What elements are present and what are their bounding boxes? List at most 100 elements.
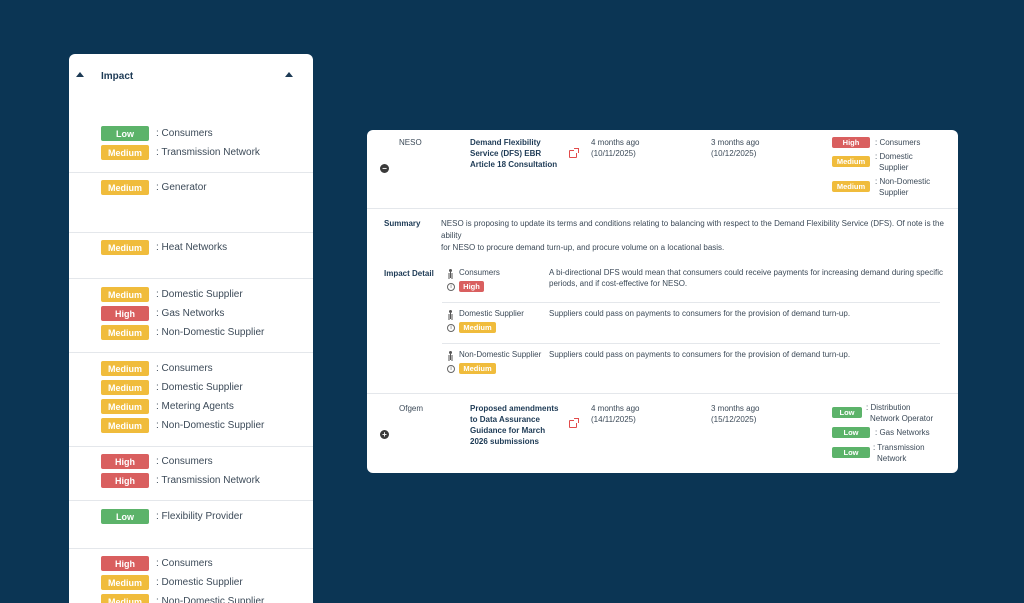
entry-title-line: Demand Flexibility bbox=[470, 138, 541, 147]
entry-title-line: Guidance for March bbox=[470, 426, 546, 435]
impact-level-badge: Low bbox=[832, 447, 870, 458]
impact-party-line: Network Operator bbox=[870, 414, 934, 423]
closing-date: 3 months ago (10/12/2025) bbox=[711, 137, 759, 159]
entry-title-link[interactable]: Demand Flexibility Service (DFS) EBR Art… bbox=[470, 137, 557, 170]
impact-party-line: : Transmission bbox=[873, 443, 925, 452]
summary-line: NESO is proposing to update its terms an… bbox=[441, 219, 944, 240]
detail-party: Consumers bbox=[459, 268, 500, 277]
collapse-caret-icon[interactable] bbox=[76, 72, 84, 77]
stakeholder-icon bbox=[447, 351, 453, 360]
impact-party: : Gas Networks bbox=[875, 428, 930, 437]
impact-party-line: Supplier bbox=[879, 163, 909, 172]
impact-party-label: : Non-Domestic Supplier bbox=[156, 327, 265, 338]
impact-level-badge: Medium bbox=[101, 325, 149, 340]
impact-row[interactable]: Medium: Domestic Supplier bbox=[101, 380, 243, 395]
impact-level-badge: Low bbox=[101, 509, 149, 524]
impact-row[interactable]: Low : Flexibility Provider bbox=[101, 509, 243, 524]
detail-text: A bi-directional DFS would mean that con… bbox=[549, 267, 943, 289]
published-absolute: (10/11/2025) bbox=[591, 149, 636, 158]
info-icon[interactable]: i bbox=[447, 365, 455, 373]
detail-level-badge: Medium bbox=[459, 363, 496, 374]
impact-row[interactable]: Medium: Domestic Supplier bbox=[101, 287, 243, 302]
info-icon[interactable]: i bbox=[447, 324, 455, 332]
impact-level-badge: Medium bbox=[101, 594, 149, 603]
group-divider bbox=[69, 446, 313, 447]
closing-relative: 3 months ago bbox=[711, 138, 760, 147]
detail-text-line: A bi-directional DFS would mean that con… bbox=[549, 268, 943, 277]
impact-party-line: : Non-Domestic bbox=[875, 177, 931, 186]
impact-level-badge: Low bbox=[101, 126, 149, 141]
impact-party-label: : Non-Domestic Supplier bbox=[156, 596, 265, 603]
row-divider bbox=[367, 208, 958, 209]
published-relative: 4 months ago bbox=[591, 138, 640, 147]
published-date: 4 months ago (14/11/2025) bbox=[591, 403, 639, 425]
stakeholder-icon bbox=[447, 269, 453, 278]
impact-party-label: : Domestic Supplier bbox=[156, 577, 243, 588]
entry-title-link[interactable]: Proposed amendments to Data Assurance Gu… bbox=[470, 403, 558, 447]
impact-row[interactable]: Low : Consumers bbox=[101, 126, 213, 141]
impact-filter-panel: Impact Low : Consumers Medium : Transmissio… bbox=[69, 54, 313, 603]
detail-divider bbox=[442, 343, 940, 344]
detail-level-badge: Medium bbox=[459, 322, 496, 333]
impact-row[interactable]: High : Consumers bbox=[101, 454, 213, 469]
impact-row[interactable]: Medium : Non-Domestic Supplier bbox=[101, 325, 264, 340]
entry-title-line: Proposed amendments bbox=[470, 404, 559, 413]
impact-party-line: : Distribution bbox=[866, 403, 911, 412]
impact-row[interactable]: High: Gas Networks bbox=[101, 306, 224, 321]
impact-row[interactable]: Medium : Transmission Network bbox=[101, 145, 260, 160]
impact-row[interactable]: High : Transmission Network bbox=[101, 473, 260, 488]
impact-level-badge: Medium bbox=[101, 380, 149, 395]
impact-party: : Consumers bbox=[875, 138, 921, 147]
impact-level-badge: Medium bbox=[832, 181, 870, 192]
impact-row[interactable]: Medium: Generator bbox=[101, 180, 207, 195]
impact-level-badge: High bbox=[101, 454, 149, 469]
impact-level-badge: Medium bbox=[101, 418, 149, 433]
closing-absolute: (10/12/2025) bbox=[711, 149, 757, 158]
impact-party: : Domestic Supplier bbox=[875, 151, 913, 173]
impact-party-label: : Transmission Network bbox=[156, 475, 260, 486]
impact-party-label: : Flexibility Provider bbox=[156, 511, 243, 522]
impact-party-label: : Consumers bbox=[156, 456, 213, 467]
entry-title-line: Service (DFS) EBR bbox=[470, 149, 542, 158]
group-divider bbox=[69, 500, 313, 501]
impact-row[interactable]: Medium: Metering Agents bbox=[101, 399, 234, 414]
impact-level-badge: Medium bbox=[101, 240, 149, 255]
row-divider bbox=[367, 393, 958, 394]
impact-row[interactable]: Medium : Non-Domestic Supplier bbox=[101, 418, 264, 433]
expand-row-icon[interactable]: + bbox=[380, 430, 389, 439]
impact-panel-header[interactable]: Impact bbox=[69, 54, 313, 100]
consultation-card: NESO Demand Flexibility Service (DFS) EB… bbox=[367, 130, 958, 473]
impact-party-label: : Generator bbox=[156, 182, 207, 193]
impact-level-badge: Low bbox=[832, 427, 870, 438]
impact-party-label: : Transmission Network bbox=[156, 147, 260, 158]
impact-row[interactable]: High: Consumers bbox=[101, 556, 213, 571]
impact-party-label: : Non-Domestic Supplier bbox=[156, 420, 265, 431]
collapse-row-icon[interactable]: − bbox=[380, 164, 389, 173]
detail-text: Suppliers could pass on payments to cons… bbox=[549, 309, 851, 318]
group-divider bbox=[69, 548, 313, 549]
detail-level-badge: High bbox=[459, 281, 484, 292]
impact-level-badge: Medium bbox=[101, 575, 149, 590]
impact-row[interactable]: Medium: Consumers bbox=[101, 361, 213, 376]
impact-level-badge: High bbox=[101, 306, 149, 321]
detail-party: Domestic Supplier bbox=[459, 309, 524, 318]
entry-title-line: to Data Assurance bbox=[470, 415, 540, 424]
info-icon[interactable]: i bbox=[447, 283, 455, 291]
impact-row[interactable]: Medium : Domestic Supplier bbox=[101, 575, 243, 590]
impact-row[interactable]: Medium: Heat Networks bbox=[101, 240, 227, 255]
closing-relative: 3 months ago bbox=[711, 404, 760, 413]
impact-party-line: Supplier bbox=[879, 188, 909, 197]
external-link-icon[interactable] bbox=[569, 148, 579, 158]
impact-level-badge: Medium bbox=[101, 145, 149, 160]
impact-party: : Distribution Network Operator bbox=[866, 402, 933, 424]
external-link-icon[interactable] bbox=[569, 418, 579, 428]
closing-absolute: (15/12/2025) bbox=[711, 415, 757, 424]
impact-party-line: Network bbox=[877, 454, 907, 463]
impact-level-badge: High bbox=[101, 473, 149, 488]
impact-row[interactable]: Medium : Non-Domestic Supplier bbox=[101, 594, 264, 603]
impact-panel-title: Impact bbox=[101, 71, 134, 82]
published-relative: 4 months ago bbox=[591, 404, 640, 413]
impact-level-badge: Medium bbox=[101, 287, 149, 302]
sort-caret-icon[interactable] bbox=[285, 72, 293, 77]
impact-party-label: : Consumers bbox=[156, 128, 213, 139]
